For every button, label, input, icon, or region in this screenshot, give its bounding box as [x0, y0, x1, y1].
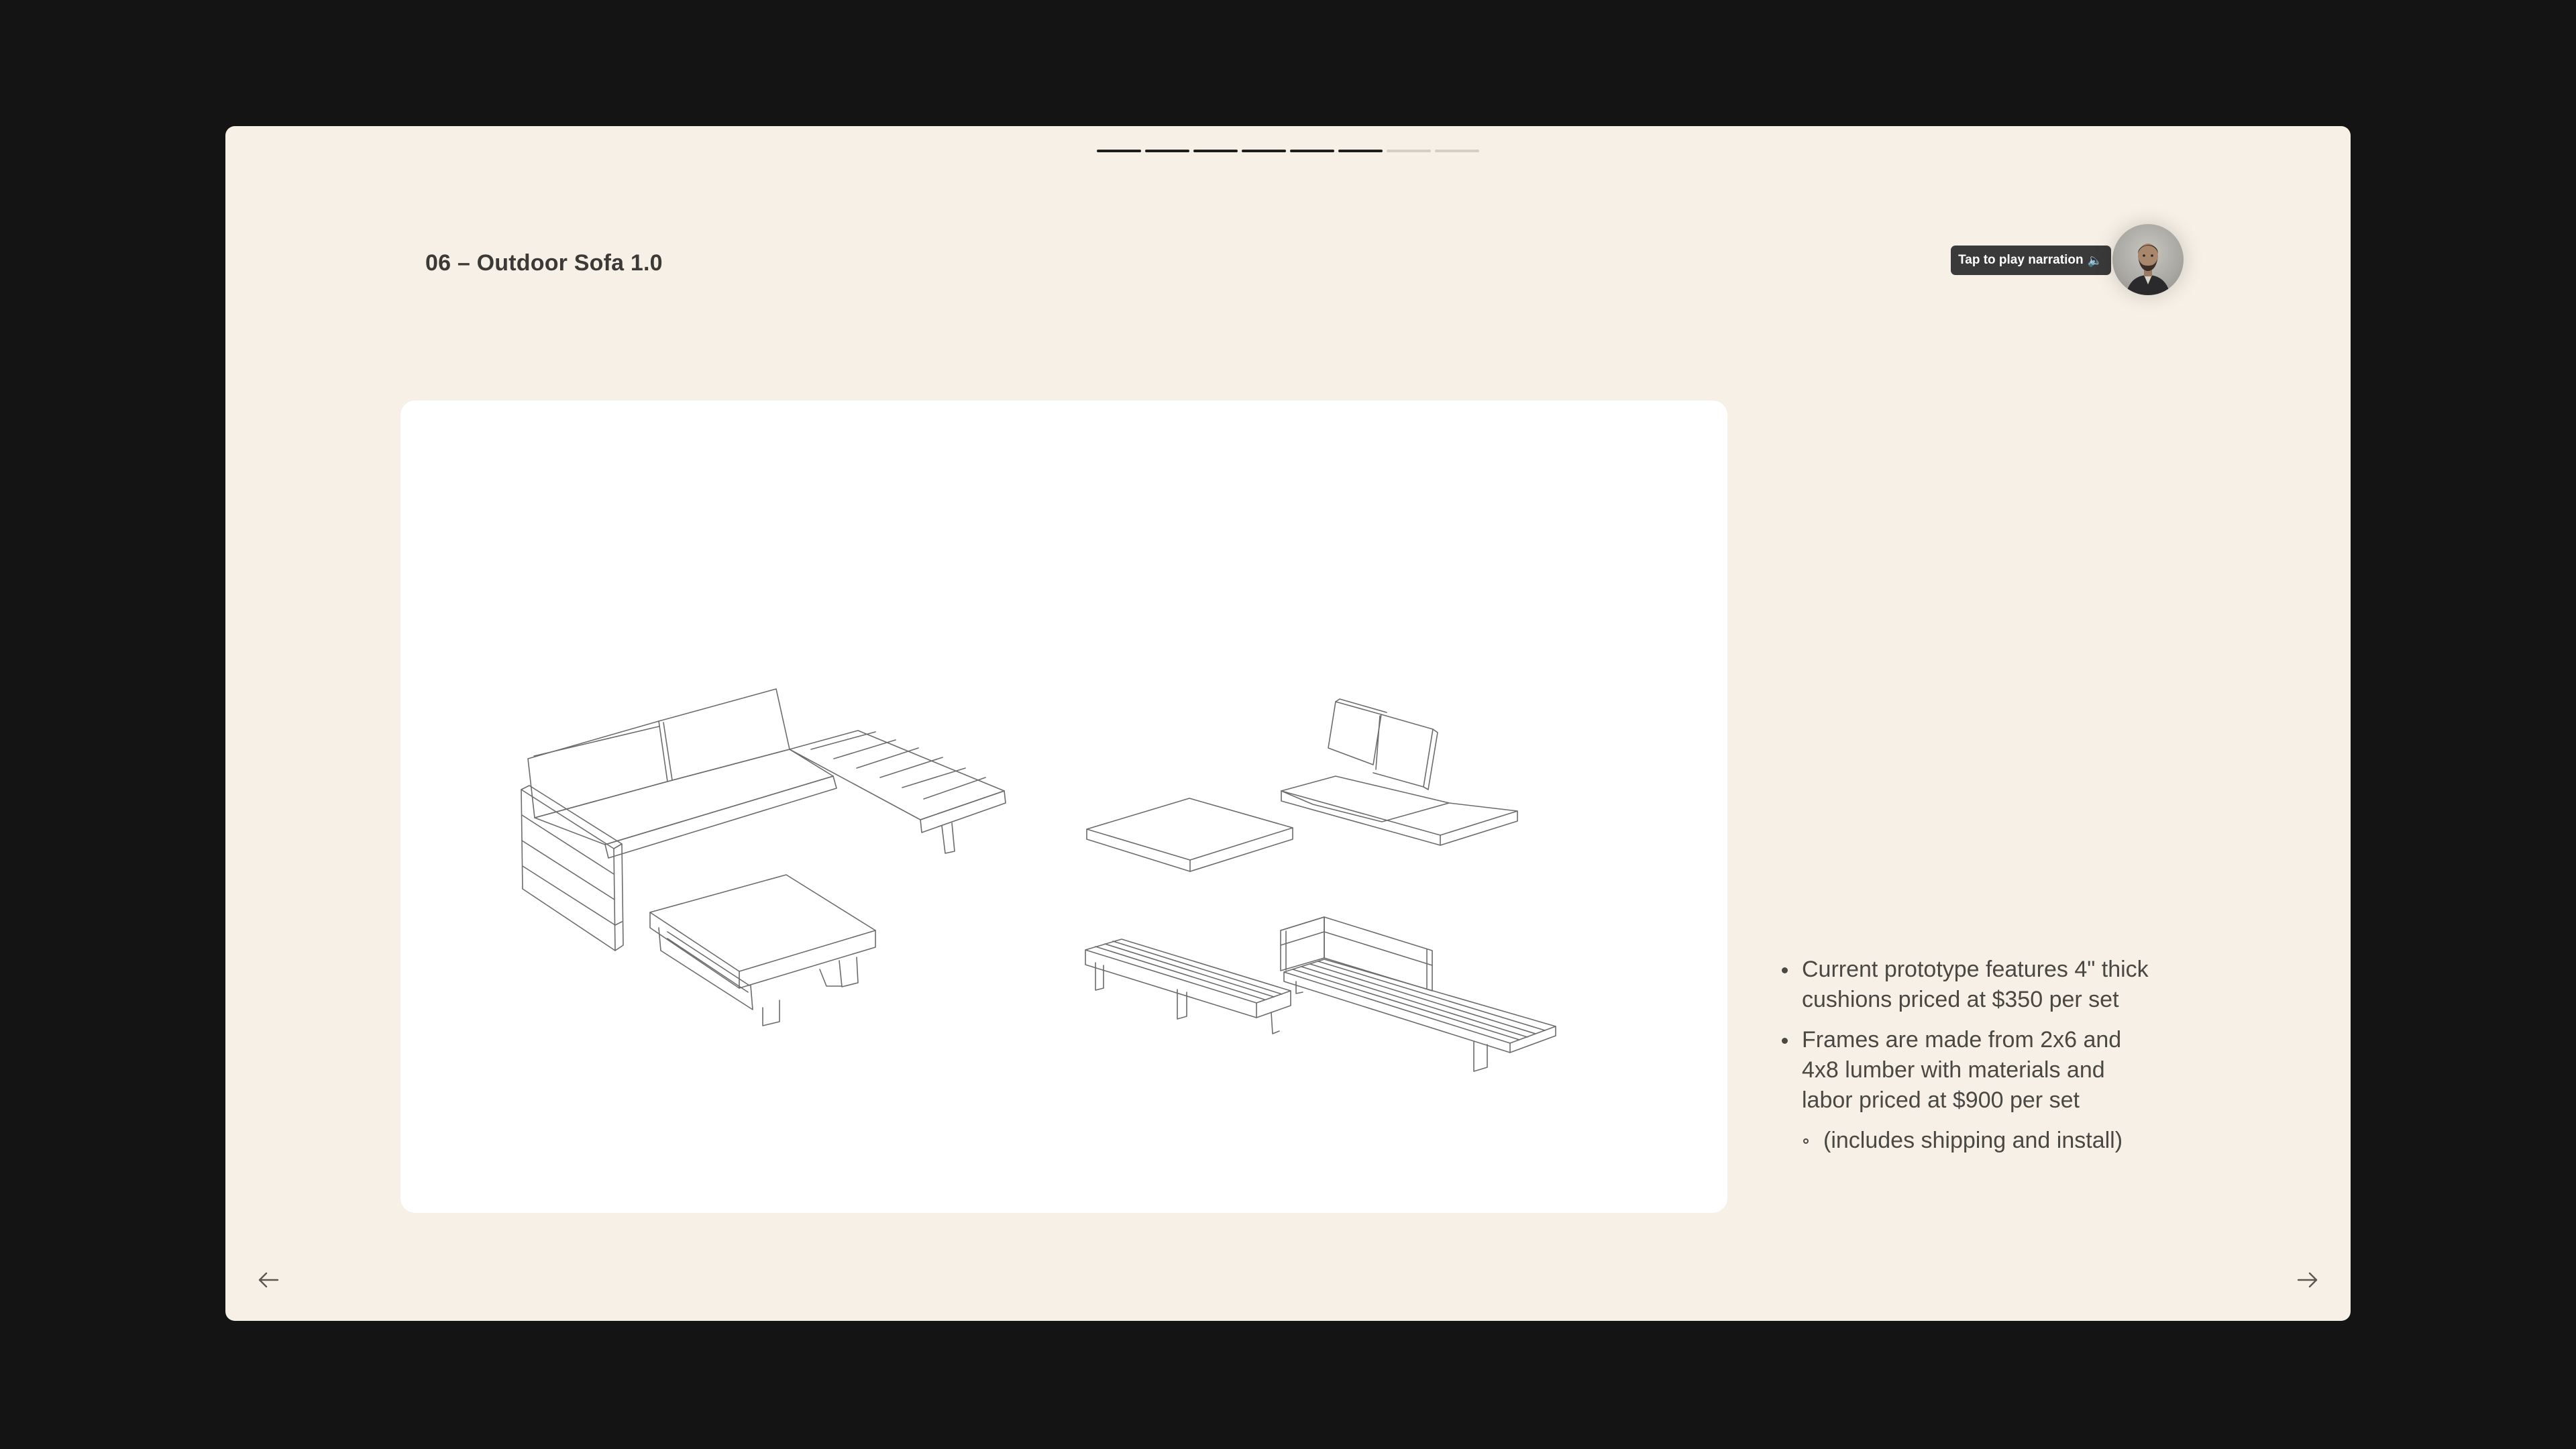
narration-label: Tap to play narration [1958, 253, 2084, 267]
narrator-avatar[interactable] [2112, 224, 2184, 295]
sub-list-item: (includes shipping and install) [1780, 1126, 2156, 1156]
slide-notes: Current prototype features 4" thick cush… [1780, 955, 2156, 1156]
progress-segment[interactable] [1242, 150, 1286, 152]
progress-segment[interactable] [1145, 150, 1189, 152]
note-text: Frames are made from 2x6 and 4x8 lumber … [1802, 1027, 2122, 1113]
list-item: Current prototype features 4" thick cush… [1780, 955, 2156, 1015]
speaker-icon: 🔈 [2087, 253, 2102, 267]
progress-segment[interactable] [1290, 150, 1334, 152]
bullet-icon [1782, 967, 1788, 973]
arrow-left-icon [258, 1272, 279, 1288]
note-text: Current prototype features 4" thick cush… [1802, 957, 2149, 1012]
bullet-icon [1782, 1038, 1788, 1044]
note-text: (includes shipping and install) [1823, 1128, 2123, 1153]
progress-segment[interactable] [1387, 150, 1431, 152]
progress-bar [225, 150, 2351, 152]
previous-slide-button[interactable] [248, 1260, 288, 1300]
progress-segment[interactable] [1097, 150, 1141, 152]
furniture-image [400, 400, 1727, 1213]
next-slide-button[interactable] [2288, 1260, 2328, 1300]
slide: 06 – Outdoor Sofa 1.0 Tap to play narrat… [225, 126, 2351, 1321]
slide-title: 06 – Outdoor Sofa 1.0 [425, 250, 663, 276]
furniture-line-drawing [521, 688, 1556, 1072]
sub-bullet-icon [1803, 1138, 1809, 1144]
arrow-right-icon [2297, 1272, 2318, 1288]
progress-segment[interactable] [1193, 150, 1238, 152]
progress-segment[interactable] [1338, 150, 1383, 152]
progress-segment[interactable] [1435, 150, 1479, 152]
person-icon [2126, 244, 2170, 295]
play-narration-button[interactable]: Tap to play narration 🔈 [1951, 246, 2111, 275]
list-item: Frames are made from 2x6 and 4x8 lumber … [1780, 1025, 2156, 1116]
